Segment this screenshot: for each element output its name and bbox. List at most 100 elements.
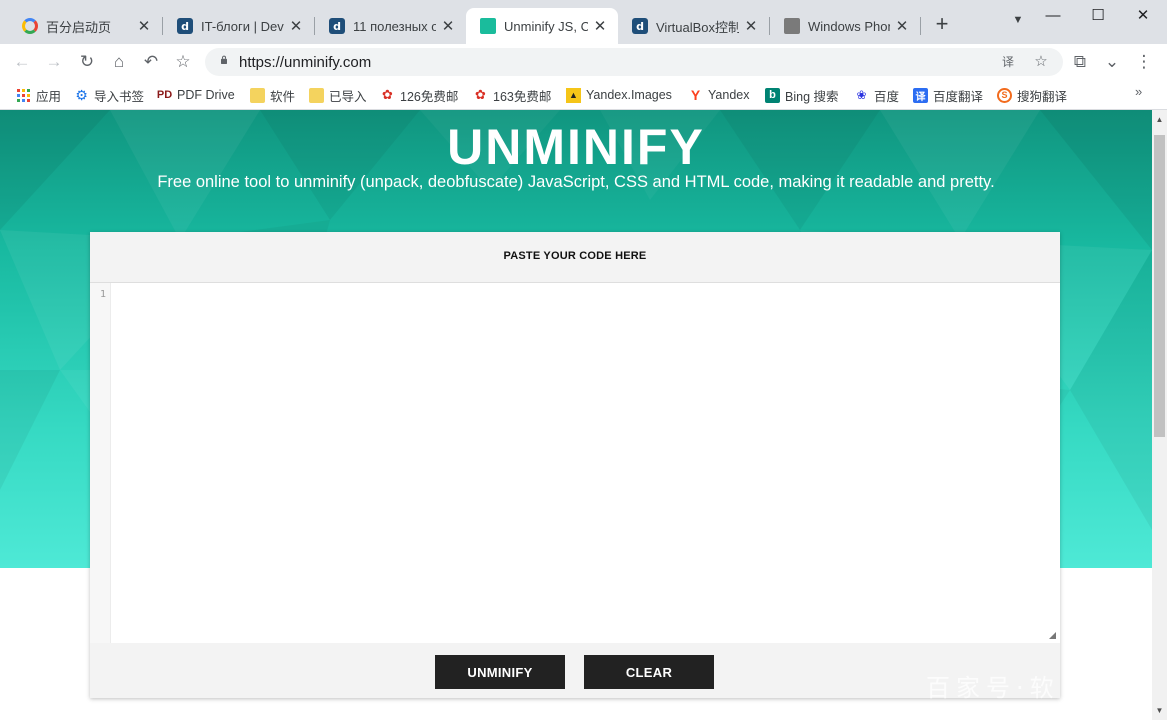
bookmark-bing[interactable]: b Bing 搜索 (765, 85, 839, 105)
translate-icon[interactable]: 译 (998, 52, 1018, 72)
clear-button[interactable]: CLEAR (584, 655, 714, 689)
new-tab-button[interactable]: + (930, 13, 954, 37)
close-tab-icon[interactable]: ✕ (136, 17, 152, 35)
bookmark-label: 搜狗翻译 (1017, 89, 1068, 104)
code-input[interactable] (111, 283, 1060, 643)
bookmark-yandex[interactable]: Y Yandex (688, 85, 750, 105)
mail-126-icon: ✿ (382, 87, 393, 102)
bookmark-sogou-translate[interactable]: S 搜狗翻译 (997, 85, 1067, 105)
tab-title: 11 полезных о (353, 18, 436, 34)
code-editor[interactable]: 1 (90, 283, 1060, 643)
star-button[interactable]: ☆ (171, 50, 195, 74)
downloads-extension-icon[interactable]: ⌄ (1100, 50, 1124, 74)
minimize-button[interactable]: — (1030, 4, 1076, 28)
line-number: 1 (99, 289, 106, 300)
yandex-images-icon: ▲ (566, 87, 581, 103)
tab-it-blogs[interactable]: d IT-блоги | Deve ✕ (163, 8, 314, 44)
bookmark-yandex-images[interactable]: ▲ Yandex.Images (566, 85, 672, 105)
tab-unminify[interactable]: Unminify JS, C ✕ (466, 8, 618, 44)
bookmark-label: 应用 (36, 89, 62, 104)
reload-button[interactable]: ↻ (75, 50, 99, 74)
unminify-button[interactable]: UNMINIFY (435, 655, 565, 689)
back-button[interactable]: ← (10, 50, 34, 74)
resize-handle-icon[interactable] (1049, 632, 1056, 639)
page-icon (784, 18, 800, 34)
bookmark-label: Yandex.Images (586, 88, 672, 102)
scroll-down-icon[interactable]: ▼ (1152, 703, 1167, 718)
bookmarks-overflow-icon[interactable]: » (1135, 84, 1142, 99)
bookmark-label: 软件 (270, 89, 296, 104)
url-text[interactable]: https://unminify.com (239, 54, 371, 71)
home-button[interactable]: ⌂ (107, 50, 131, 74)
close-tab-icon[interactable]: ✕ (592, 17, 608, 35)
bookmark-126-mail[interactable]: ✿ 126免费邮 (380, 85, 458, 105)
d-blog-icon: d (632, 18, 648, 34)
bookmark-label: 百度 (874, 89, 900, 104)
folder-icon (250, 87, 265, 103)
bookmark-star-icon[interactable]: ☆ (1031, 52, 1051, 72)
tab-11-useful[interactable]: d 11 полезных о ✕ (315, 8, 466, 44)
tab-title: Windows Phon (808, 18, 890, 34)
bookmark-software[interactable]: 软件 (250, 85, 295, 105)
page-content: UNMINIFY Free online tool to unminify (u… (0, 110, 1152, 720)
tab-separator (920, 17, 921, 35)
bookmark-163-mail[interactable]: ✿ 163免费邮 (473, 85, 551, 105)
bookmark-label: 已导入 (329, 89, 367, 104)
page-title: UNMINIFY (447, 119, 705, 175)
bookmark-label: Yandex (708, 88, 750, 102)
bookmark-apps[interactable]: 应用 (16, 85, 61, 105)
lock-icon (221, 55, 227, 64)
bookmark-label: Bing 搜索 (785, 89, 839, 104)
bookmark-baidu[interactable]: ❀ 百度 (854, 85, 899, 105)
bookmark-imported[interactable]: 已导入 (309, 85, 367, 105)
tab-virtualbox[interactable]: d VirtualBox控制 ✕ (618, 8, 769, 44)
bookmark-pdf-drive[interactable]: PD PDF Drive (157, 85, 235, 105)
bookmark-label: 百度翻译 (933, 89, 984, 104)
pdf-drive-icon: PD (156, 89, 173, 101)
bookmark-label: 导入书签 (94, 89, 145, 104)
crop-extension-icon[interactable]: ⧉ (1068, 50, 1092, 74)
menu-icon[interactable]: ⋮ (1132, 50, 1156, 74)
maximize-button[interactable]: ☐ (1075, 4, 1121, 28)
google-chrome-icon (22, 18, 38, 34)
sogou-icon: S (997, 87, 1012, 103)
close-tab-icon[interactable]: ✕ (288, 17, 304, 35)
line-gutter: 1 (90, 283, 111, 643)
page-scrollbar[interactable]: ▲ ▼ (1152, 110, 1167, 720)
bookmark-baidu-translate[interactable]: 译 百度翻译 (913, 85, 983, 105)
bookmark-import[interactable]: ⚙ 导入书签 (74, 85, 144, 105)
bookmarks-bar: 应用 ⚙ 导入书签 PD PDF Drive 软件 已导入 ✿ 126免费邮 ✿… (0, 80, 1167, 110)
close-tab-icon[interactable]: ✕ (743, 17, 759, 35)
page-subtitle: Free online tool to unminify (unpack, de… (157, 173, 995, 191)
tab-search-button[interactable]: ▼ (1008, 14, 1028, 34)
scrollbar-thumb[interactable] (1154, 135, 1165, 437)
undo-close-tab-button[interactable]: ↶ (139, 50, 163, 74)
apps-grid-icon (17, 88, 30, 102)
close-tab-icon[interactable]: ✕ (440, 17, 456, 35)
tab-title: IT-блоги | Deve (201, 18, 284, 34)
bing-icon: b (765, 87, 780, 103)
baidu-icon: ❀ (856, 88, 867, 102)
bookmark-label: PDF Drive (177, 88, 235, 102)
bookmark-label: 126免费邮 (400, 89, 459, 104)
action-bar: UNMINIFY CLEAR (90, 643, 1060, 698)
panel-header: PASTE YOUR CODE HERE (90, 232, 1060, 283)
tab-title: Unminify JS, C (504, 18, 588, 34)
bookmark-label: 163免费邮 (493, 89, 552, 104)
tab-windows-phone[interactable]: Windows Phon ✕ (770, 8, 920, 44)
unminify-icon (480, 18, 496, 34)
d-blog-icon: d (177, 18, 193, 34)
folder-icon (309, 87, 324, 103)
baidu-translate-icon: 译 (913, 87, 928, 103)
scroll-up-icon[interactable]: ▲ (1152, 112, 1167, 127)
address-bar[interactable]: https://unminify.com 译 ☆ (205, 48, 1063, 76)
mail-163-icon: ✿ (475, 87, 486, 102)
tab-baifen-start-page[interactable]: 百分启动页 ✕ (8, 8, 162, 44)
close-tab-icon[interactable]: ✕ (894, 17, 910, 35)
tab-title: VirtualBox控制 (656, 19, 739, 35)
d-blog-icon: d (329, 18, 345, 34)
tab-strip: 百分启动页 ✕ d IT-блоги | Deve ✕ d 11 полезны… (0, 0, 1167, 44)
forward-button[interactable]: → (42, 50, 66, 74)
close-window-button[interactable]: ✕ (1120, 4, 1166, 28)
gear-icon: ⚙ (75, 86, 88, 103)
